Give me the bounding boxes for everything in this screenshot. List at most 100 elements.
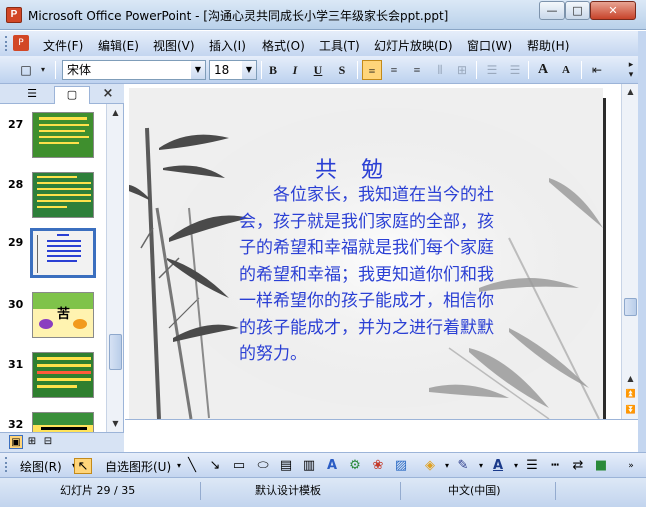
slide-number: 27: [8, 118, 24, 131]
fill-color-icon[interactable]: ◈: [421, 458, 439, 474]
bullets-button[interactable]: ☰: [505, 60, 525, 80]
menu-slideshow[interactable]: 幻灯片放映(D): [374, 37, 453, 54]
clip-art-icon[interactable]: ❀: [369, 458, 387, 474]
design-template-status[interactable]: 默认设计模板: [255, 482, 321, 500]
shrink-font-button[interactable]: A: [556, 60, 576, 80]
drawing-toolbar: 绘图(R) ▾ ↖ 自选图形(U) ▾ ╲ ↘ ▭ ⬭ ▤ ▥ A ⚙ ❀ ▨ …: [0, 452, 646, 477]
rectangle-icon[interactable]: ▭: [230, 458, 248, 474]
previous-slide-icon[interactable]: ⏫: [622, 386, 639, 402]
notes-pane[interactable]: [125, 419, 638, 452]
font-size-combo[interactable]: 18 ▼: [209, 60, 257, 80]
chevron-down-icon[interactable]: ▼: [242, 61, 256, 79]
diagram-icon[interactable]: ⚙: [346, 458, 364, 474]
maximize-button[interactable]: □: [565, 1, 590, 20]
close-icon[interactable]: ×: [100, 86, 116, 102]
draw-menu-button[interactable]: 绘图(R): [20, 458, 62, 475]
scroll-up-icon[interactable]: ▲: [622, 371, 639, 387]
menu-format[interactable]: 格式(O): [262, 37, 305, 54]
menu-edit[interactable]: 编辑(E): [98, 37, 139, 54]
numbering-button[interactable]: ☰: [482, 60, 502, 80]
menu-file[interactable]: 文件(F): [43, 37, 83, 54]
arrow-style-icon[interactable]: ⇄: [569, 458, 587, 474]
normal-view-icon[interactable]: ▣: [9, 435, 23, 449]
bold-button[interactable]: B: [263, 60, 283, 80]
slide-scrollbar[interactable]: ▲ ▲ ⏫ ⏬: [621, 84, 638, 419]
shadow-button[interactable]: S: [332, 60, 352, 80]
tab-slides[interactable]: ▢: [54, 86, 90, 104]
line-style-icon[interactable]: ☰: [523, 458, 541, 474]
menu-tools[interactable]: 工具(T): [319, 37, 360, 54]
distribute-text-icon[interactable]: ⊞: [452, 60, 472, 80]
slide-thumbnail-selected[interactable]: 29: [0, 228, 106, 288]
slide-30-preview[interactable]: 苦: [32, 292, 94, 338]
decrease-indent-button[interactable]: ⇤: [587, 60, 607, 80]
slide-thumbnail[interactable]: 30 苦: [0, 292, 106, 350]
autoshapes-menu-button[interactable]: 自选图形(U): [105, 458, 171, 475]
menu-insert[interactable]: 插入(I): [209, 37, 246, 54]
slide-28-preview[interactable]: [32, 172, 94, 218]
slide-thumbnail[interactable]: 27: [0, 112, 106, 170]
arrow-icon[interactable]: ↘: [206, 458, 224, 474]
slide-29-preview[interactable]: [30, 228, 96, 278]
vertical-text-box-icon[interactable]: ▥: [300, 458, 318, 474]
oval-icon[interactable]: ⬭: [254, 458, 272, 474]
close-button[interactable]: ✕: [590, 1, 636, 20]
dash-style-icon[interactable]: ┅: [546, 458, 564, 474]
scroll-down-icon[interactable]: ▼: [107, 415, 124, 432]
font-color-icon[interactable]: A: [489, 458, 507, 474]
line-color-icon[interactable]: ✎: [454, 458, 472, 474]
slide-body-text[interactable]: 各位家长，我知道在当今的社会，孩子就是我们家庭的全部，孩子的希望和幸福就是我们每…: [239, 182, 501, 368]
select-objects-icon[interactable]: ↖: [74, 458, 92, 474]
wordart-icon[interactable]: A: [323, 458, 341, 474]
font-name-combo[interactable]: 宋体 ▼: [62, 60, 206, 80]
toolbar-separator: [528, 61, 529, 79]
italic-button[interactable]: I: [285, 60, 305, 80]
align-center-button[interactable]: ≡: [384, 60, 404, 80]
scrollbar-thumb[interactable]: [624, 298, 637, 316]
status-separator: [555, 482, 556, 500]
slide-canvas[interactable]: 共勉 各位家长，我知道在当今的社会，孩子就是我们家庭的全部，孩子的希望和幸福就是…: [129, 88, 603, 419]
underline-button[interactable]: U: [308, 60, 328, 80]
menu-view[interactable]: 视图(V): [153, 37, 195, 54]
next-slide-icon[interactable]: ⏬: [622, 402, 639, 418]
chevron-down-icon[interactable]: ▼: [191, 61, 205, 79]
slide-title[interactable]: 共勉: [315, 152, 407, 184]
minimize-button[interactable]: —: [539, 1, 565, 20]
toolbar-overflow-icon[interactable]: »: [624, 458, 638, 474]
slide-27-preview[interactable]: [32, 112, 94, 158]
tab-outline[interactable]: ☰: [14, 86, 50, 104]
toolbar-options-icon[interactable]: ▾: [36, 60, 50, 80]
notes-placeholder[interactable]: [135, 424, 395, 434]
distribute-columns-icon[interactable]: ⫴: [430, 60, 450, 80]
menu-help[interactable]: 帮助(H): [527, 37, 569, 54]
scroll-up-icon[interactable]: ▲: [622, 84, 639, 100]
powerpoint-app-icon[interactable]: P: [6, 7, 22, 23]
font-name-value: 宋体: [67, 63, 92, 77]
chevron-down-icon[interactable]: ▾: [472, 458, 490, 474]
toolbar-overflow-icon[interactable]: ▸ ▾: [624, 60, 638, 80]
align-right-button[interactable]: ≡: [407, 60, 427, 80]
slide-thumbnail[interactable]: 32: [0, 412, 106, 432]
toolbar-separator: [581, 61, 582, 79]
slide-thumbnail[interactable]: 28: [0, 172, 106, 230]
slide-31-preview[interactable]: [32, 352, 94, 398]
shadow-style-icon[interactable]: ■: [592, 458, 610, 474]
slideshow-view-icon[interactable]: ⊟: [41, 435, 55, 449]
grow-font-button[interactable]: A: [533, 60, 553, 80]
menu-grip-handle[interactable]: [5, 36, 8, 51]
align-left-button[interactable]: ≡: [362, 60, 382, 80]
slide-32-preview[interactable]: [32, 412, 94, 432]
status-separator: [400, 482, 401, 500]
line-icon[interactable]: ╲: [183, 458, 201, 474]
thumbnail-scrollbar[interactable]: ▲ ▼: [106, 104, 123, 432]
insert-picture-icon[interactable]: ▨: [392, 458, 410, 474]
document-icon[interactable]: P: [13, 35, 29, 51]
new-document-icon[interactable]: □: [16, 60, 36, 80]
slide-thumbnail[interactable]: 31: [0, 352, 106, 410]
menu-window[interactable]: 窗口(W): [467, 37, 512, 54]
scroll-up-icon[interactable]: ▲: [107, 104, 124, 121]
scrollbar-thumb[interactable]: [109, 334, 122, 370]
text-box-icon[interactable]: ▤: [277, 458, 295, 474]
drawing-toolbar-grip[interactable]: [5, 457, 8, 472]
slide-sorter-view-icon[interactable]: ⊞: [25, 435, 39, 449]
